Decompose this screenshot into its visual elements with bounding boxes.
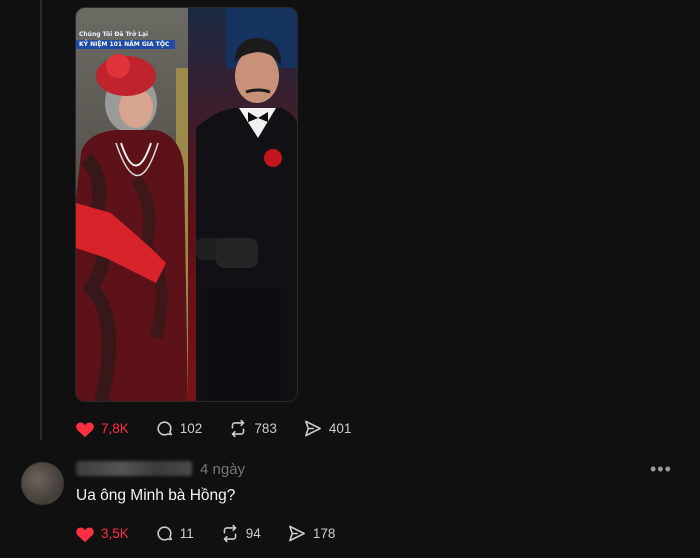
heart-filled-icon: [76, 527, 94, 542]
more-options-icon[interactable]: •••: [650, 460, 672, 478]
post-comment-count: 102: [179, 421, 203, 436]
username-blurred[interactable]: [76, 461, 192, 476]
repost-icon: [231, 419, 245, 438]
post-like-button[interactable]: 7,8K: [75, 420, 129, 438]
banner-line-1: Chúng Tôi Đã Trở Lại: [79, 31, 149, 38]
comment-icon: [157, 421, 172, 436]
post-repost-count: 783: [254, 421, 277, 436]
reply-text: Ua ông Minh bà Hồng?: [76, 487, 236, 504]
reply-share-button[interactable]: 178: [287, 524, 336, 543]
reply-actions: 3,5K 11 94 178: [75, 524, 361, 543]
reply-comment-button[interactable]: 11: [155, 524, 194, 543]
avatar[interactable]: [21, 462, 64, 505]
reply-repost-button[interactable]: 94: [220, 524, 261, 543]
post-comment-button[interactable]: 102: [155, 419, 203, 438]
image-caption-banner: Chúng Tôi Đã Trở Lại KỶ NIỆM 101 NĂM GIA…: [76, 30, 176, 49]
reply-repost-count: 94: [245, 526, 261, 541]
reply-timestamp: 4 ngày: [200, 461, 246, 478]
share-icon: [304, 420, 321, 437]
reply-comment-count: 11: [179, 526, 194, 541]
share-icon: [288, 525, 305, 542]
thread-line: [40, 0, 42, 440]
reply-like-button[interactable]: 3,5K: [75, 525, 129, 543]
post-actions: 7,8K 102 783 401: [75, 419, 377, 438]
comment-icon: [157, 526, 172, 541]
reply-like-count: 3,5K: [101, 526, 129, 541]
banner-line-2: KỶ NIỆM 101 NĂM GIA TỘC: [76, 40, 176, 49]
post-repost-button[interactable]: 783: [228, 419, 277, 438]
heart-filled-icon: [76, 422, 94, 437]
repost-icon: [223, 524, 237, 543]
post-like-count: 7,8K: [101, 421, 129, 436]
post-media-image[interactable]: Chúng Tôi Đã Trở Lại KỶ NIỆM 101 NĂM GIA…: [75, 7, 298, 402]
photo-illustration: [76, 8, 297, 401]
post-share-button[interactable]: 401: [303, 419, 352, 438]
reply-share-count: 178: [312, 526, 336, 541]
post-share-count: 401: [328, 421, 352, 436]
